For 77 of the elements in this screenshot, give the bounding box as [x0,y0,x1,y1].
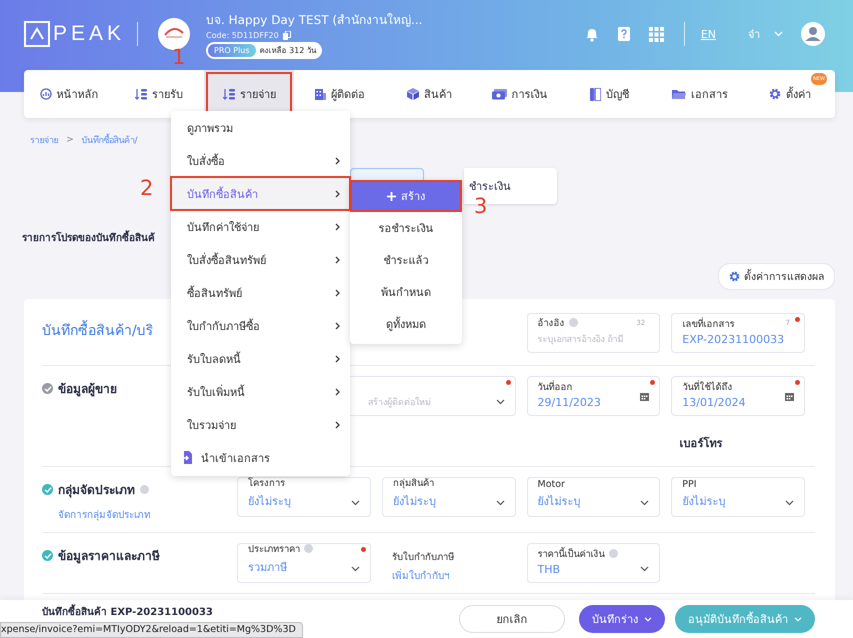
section-title: ข้อมูลราคาและภาษี [58,548,160,565]
callout-number: 2 [140,178,154,199]
company-avatar [158,18,190,50]
user-avatar[interactable] [801,22,825,46]
chevron-down-icon [496,399,504,405]
calendar-icon[interactable] [640,392,650,401]
action-button[interactable]: บันทึกร่าง [579,605,665,633]
nav-tab[interactable]: สินค้า [384,70,475,118]
chevron-down-icon [785,500,794,506]
submenu-item[interactable]: ชำระแล้ว [350,244,462,276]
select-field[interactable]: ราคานี้เป็นค่าเงิน THB [526,543,660,583]
chevron-down-icon [640,500,650,506]
chevron-down-icon [350,566,360,572]
select-field[interactable]: กลุ่มสินค้า ยังไม่ระบุ [382,477,516,517]
date-field[interactable]: วันที่ใช้ได้ถึง 13/01/2024 [671,376,805,416]
menu-item[interactable]: ใบกำกับภาษีซื้อ [171,309,350,342]
help-icon[interactable] [304,544,313,553]
menu-item[interactable]: บันทึกซื้อสินค้า [171,177,350,210]
help-book-icon[interactable] [616,26,631,42]
menu-item[interactable]: ใบสั่งซื้อ [171,144,350,177]
logo-mark-icon [24,21,50,47]
submenu-item[interactable]: ดูทั้งหมด [350,308,462,340]
plus-icon [387,192,396,200]
nav-tab[interactable]: เอกสาร [654,70,745,118]
select-field[interactable]: ประเภทราคา รวมภาษี [237,543,371,583]
company-code: Code: 5D11DFF20 [206,30,279,40]
menu-item[interactable]: ซื้อสินทรัพย์ [171,276,350,309]
help-icon[interactable] [140,485,149,494]
sort-bars-icon [135,88,148,100]
ledger-icon [590,88,602,100]
import-file-icon [181,451,193,464]
banknote-icon [492,88,507,100]
document-title: บันทึกซื้อสินค้า EXP-20231100033 [42,604,213,619]
breadcrumb-separator: > [66,135,74,145]
apps-grid-icon[interactable] [648,26,664,42]
field-label: รับใบกำกับภาษี [392,550,455,564]
section-title: ข้อมูลผู้ขาย [58,381,117,398]
submenu-item[interactable]: พ้นกำหนด [350,276,462,308]
chevron-down-icon [350,500,360,506]
callout-number: 1 [172,47,186,68]
sort-bars-icon [222,88,235,100]
nav-tab[interactable]: การเงิน [474,70,565,118]
help-icon[interactable] [568,318,578,327]
chevron-down-icon[interactable] [774,31,783,37]
menu-item[interactable]: บันทึกค่าใช้จ่าย [171,210,350,243]
settings-icon [768,88,781,100]
create-button[interactable]: สร้าง [350,180,462,212]
plan-remaining: คงเหลือ 312 วัน [260,44,316,56]
plan-name: PRO Plus [208,44,256,56]
nav-tab[interactable]: หน้าหลัก [24,70,114,118]
menu-item[interactable]: นำเข้าเอกสาร [171,441,350,474]
building-icon [314,88,326,100]
section-title: กลุ่มจัดประเภท [58,482,135,499]
submenu-item[interactable]: รอชำระเงิน [350,212,462,244]
menu-item[interactable]: ใบสั่งซื้อสินทรัพย์ [171,243,350,276]
logo-text: PEAK [53,22,126,46]
select-field[interactable]: Motor ยังไม่ระบุ [526,477,660,517]
date-field[interactable]: วันที่ออก 29/11/2023 [526,376,660,416]
gauge-icon [40,88,52,100]
copy-icon[interactable] [282,30,291,40]
action-button[interactable]: ยกเลิก [459,605,565,633]
help-icon[interactable] [608,549,618,558]
bell-icon[interactable] [584,26,599,42]
chevron-down-icon [496,500,504,506]
settings-icon [729,271,740,282]
chevron-down-icon [640,566,650,572]
select-field[interactable]: โครงการ ยังไม่ระบุ [237,477,371,517]
status-url: xpense/invoice?emi=MTIyODY2&reload=1&etiti=Mg%3D%3D [0,622,303,638]
favorites-heading: รายการโปรดของบันทึกซื้อสินค้ [22,230,155,245]
folder-icon [672,88,686,100]
menu-item[interactable]: รับใบลดหนี้ [171,342,350,375]
cube-icon [406,88,419,100]
calendar-icon[interactable] [785,392,794,401]
display-settings-button[interactable]: ตั้งค่าการแสดงผล [718,263,835,290]
select-field[interactable]: PPI ยังไม่ระบุ [671,477,805,517]
nav-tab[interactable]: บัญชี [564,70,655,118]
phone-label: เบอร์โทร [678,436,724,452]
